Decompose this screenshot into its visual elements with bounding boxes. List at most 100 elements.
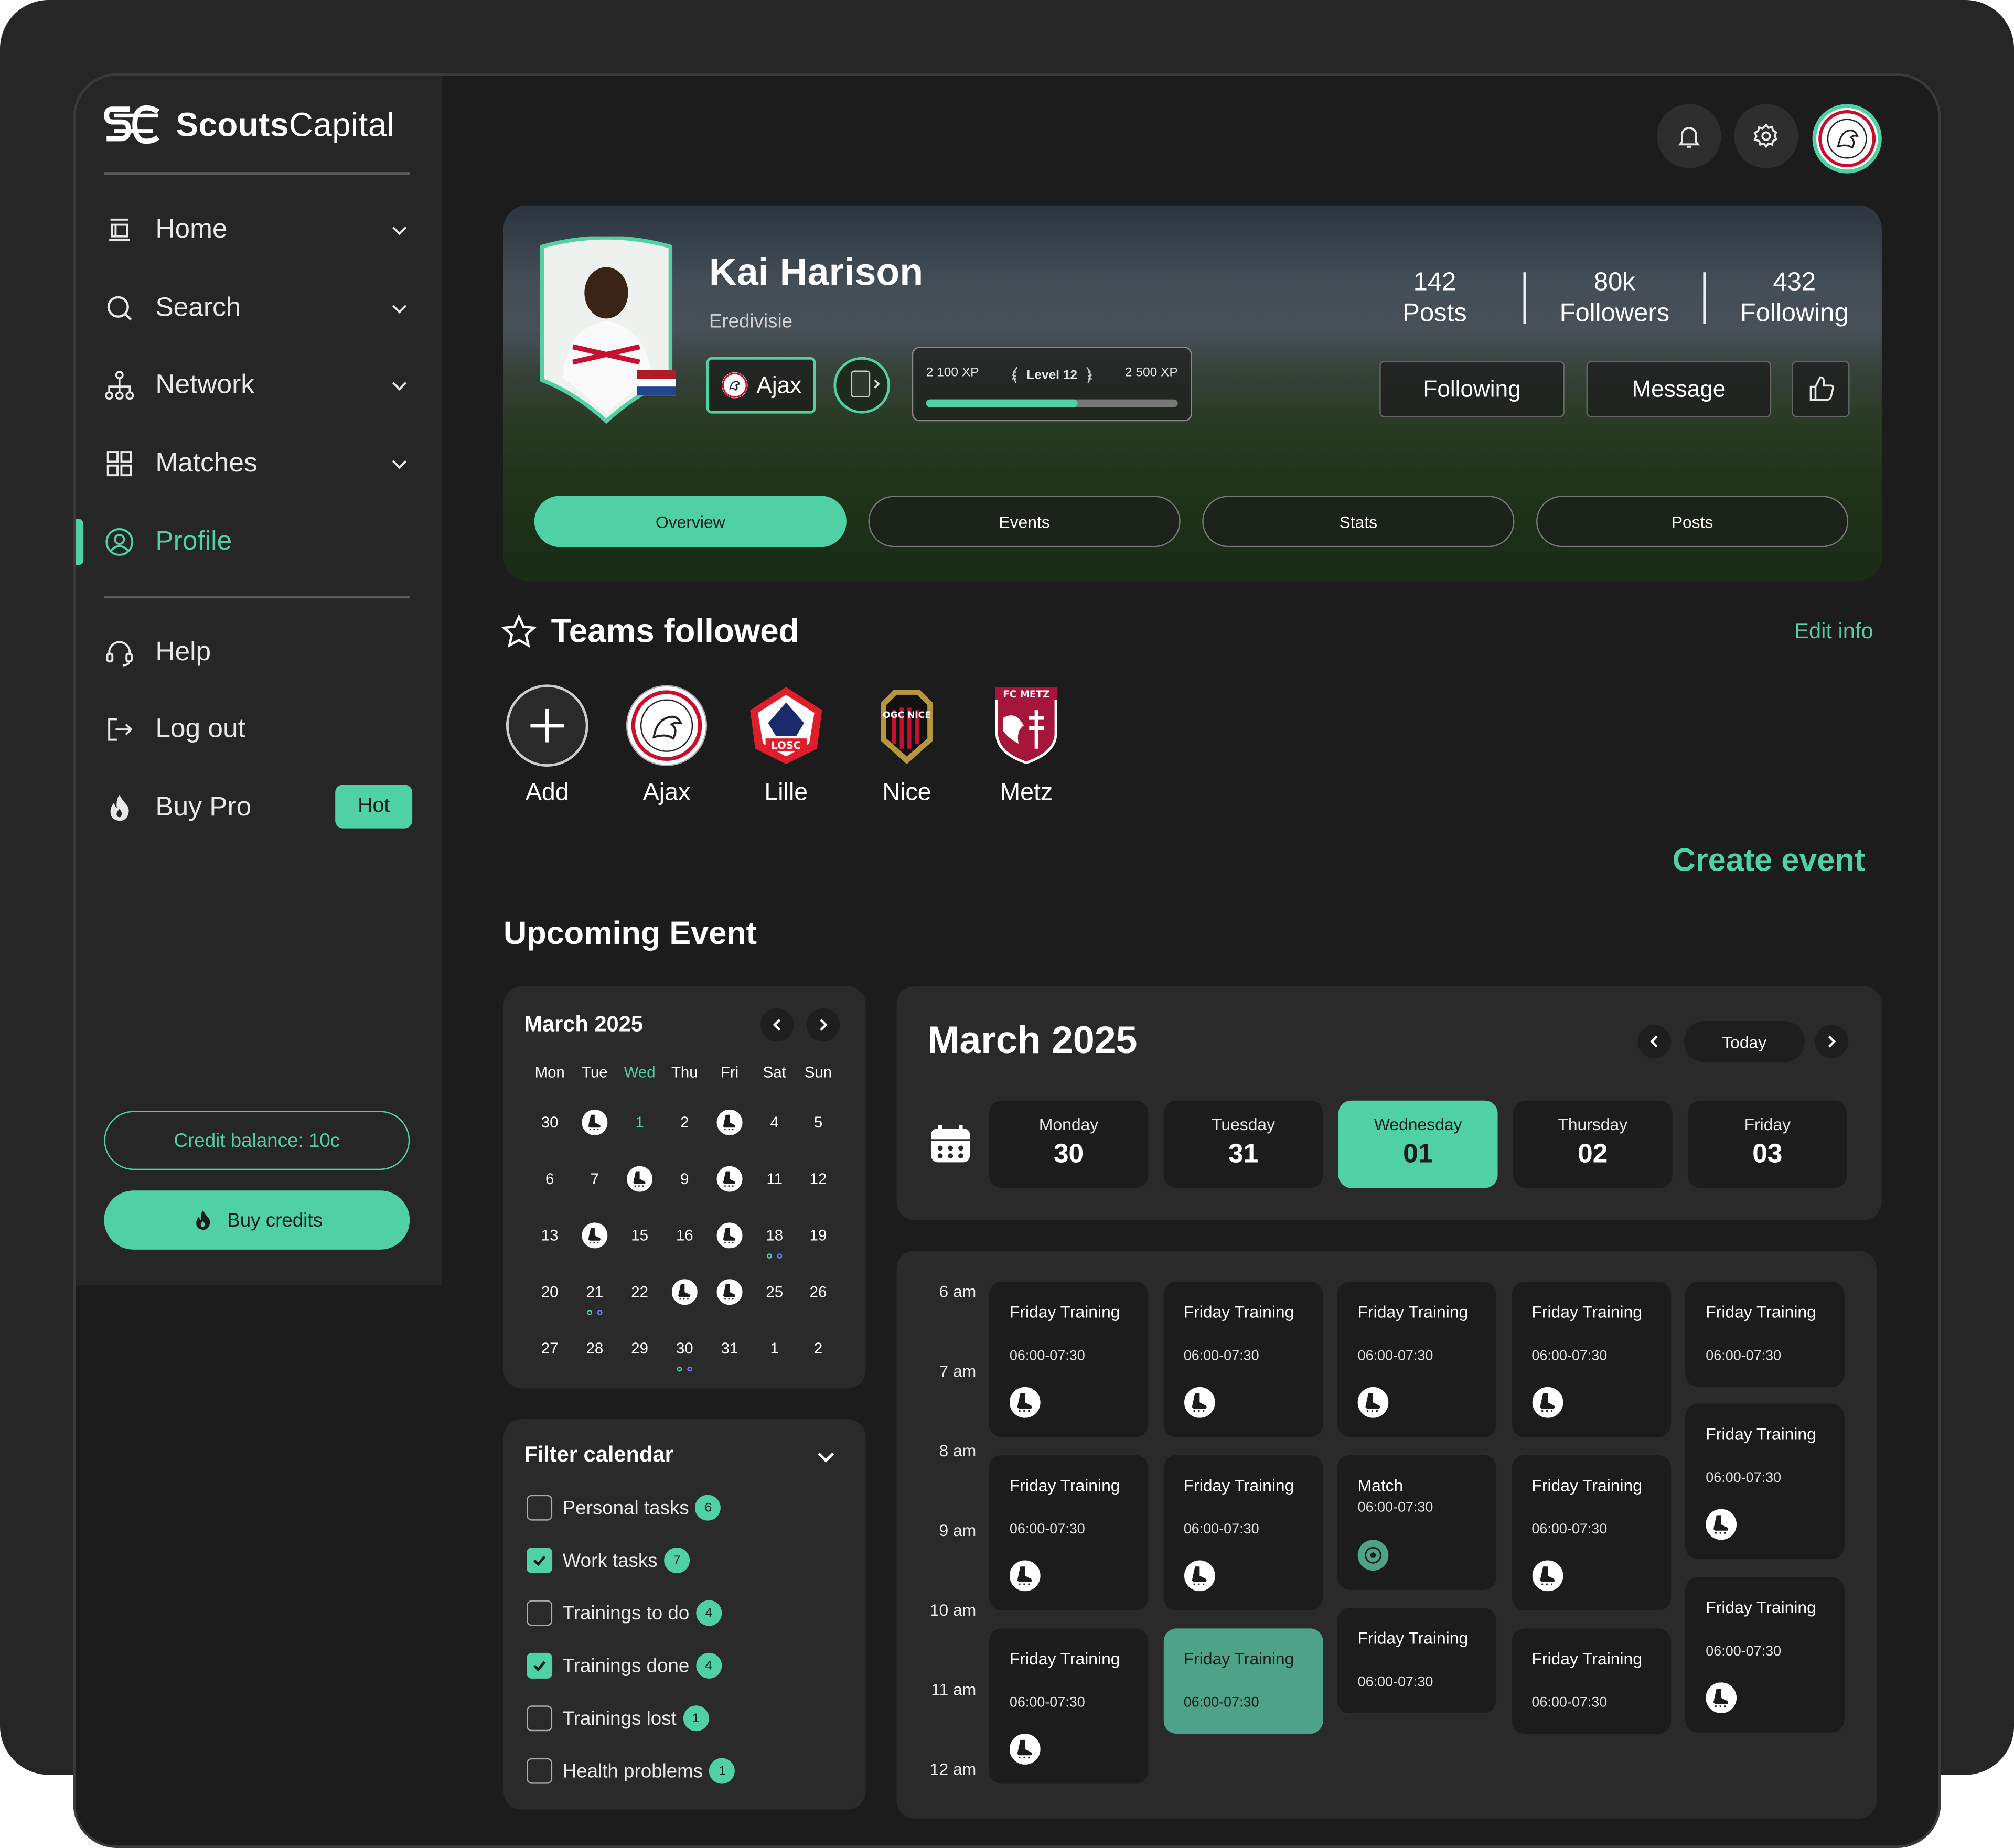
chevron-down-icon[interactable] — [815, 1445, 838, 1468]
sidebar-item-logout[interactable]: Log out — [104, 704, 412, 755]
day-tab[interactable]: Tuesday 31 — [1163, 1100, 1323, 1188]
calendar-day[interactable]: 27 — [527, 1335, 573, 1363]
training-event-card[interactable]: Friday Training 06:00-07:30 — [1163, 1455, 1323, 1611]
logo[interactable]: ScoutsCapital — [104, 104, 394, 145]
calendar-day[interactable]: 6 — [527, 1165, 573, 1193]
training-event-card[interactable]: Friday Training 06:00-07:30 — [1685, 1403, 1845, 1560]
checkbox[interactable] — [527, 1758, 553, 1784]
today-button[interactable]: Today — [1684, 1020, 1805, 1062]
calendar-day[interactable]: 7 — [572, 1165, 618, 1193]
filter-option[interactable]: Personal tasks 6 — [527, 1494, 721, 1522]
training-event-card[interactable]: Friday Training 06:00-07:30 — [1511, 1455, 1670, 1611]
checkbox[interactable] — [527, 1652, 553, 1679]
tab-stats[interactable]: Stats — [1202, 496, 1515, 547]
calendar-day[interactable]: 5 — [795, 1108, 841, 1136]
calendar-day[interactable]: 30 — [661, 1335, 708, 1363]
prev-month-button[interactable] — [760, 1008, 794, 1042]
training-event-card[interactable]: Friday Training 06:00-07:30 — [1337, 1608, 1497, 1713]
calendar-day-training[interactable] — [706, 1108, 753, 1136]
calendar-day[interactable]: 13 — [527, 1221, 573, 1250]
training-event-card[interactable]: Friday Training 06:00-07:30 — [1337, 1282, 1497, 1437]
calendar-day[interactable]: 26 — [795, 1278, 841, 1306]
calendar-day[interactable]: 19 — [795, 1221, 841, 1250]
calendar-day[interactable]: 12 — [795, 1165, 841, 1193]
stat-followers[interactable]: 80k Followers — [1544, 267, 1685, 329]
match-event-card[interactable]: Match 06:00-07:30 — [1337, 1455, 1497, 1590]
stat-posts[interactable]: 142 Posts — [1364, 267, 1505, 329]
training-event-card[interactable]: Friday Training 06:00-07:30 — [1163, 1282, 1323, 1437]
following-button[interactable]: Following — [1379, 361, 1565, 417]
filter-option[interactable]: Trainings done 4 — [527, 1651, 722, 1680]
calendar-day[interactable]: 2 — [795, 1335, 841, 1363]
create-event-link[interactable]: Create event — [1673, 843, 1866, 880]
user-avatar[interactable] — [1812, 104, 1882, 174]
checkbox[interactable] — [527, 1495, 553, 1521]
calendar-day[interactable]: 18 — [752, 1221, 798, 1250]
like-button[interactable] — [1792, 361, 1850, 417]
team-ajax[interactable]: Ajax — [622, 684, 711, 808]
filter-option[interactable]: Health problems 1 — [527, 1757, 735, 1785]
buy-credits-button[interactable]: Buy credits — [104, 1190, 410, 1250]
calendar-day-training[interactable] — [706, 1221, 753, 1250]
tab-posts[interactable]: Posts — [1536, 496, 1849, 547]
calendar-day[interactable]: 1 — [617, 1108, 663, 1136]
day-tab[interactable]: Friday 03 — [1687, 1100, 1847, 1188]
calendar-day[interactable]: 4 — [752, 1108, 798, 1136]
card-badge[interactable] — [833, 357, 891, 414]
next-month-button[interactable] — [806, 1008, 840, 1042]
team-nice[interactable]: OGC NICE Nice — [862, 684, 951, 808]
calendar-day-training[interactable] — [706, 1165, 753, 1193]
sidebar-item-matches[interactable]: Matches — [104, 438, 412, 489]
calendar-day[interactable]: 30 — [527, 1108, 573, 1136]
calendar-day[interactable]: 25 — [752, 1278, 798, 1306]
edit-info-link[interactable]: Edit info — [1794, 619, 1873, 644]
calendar-day-training[interactable] — [617, 1165, 663, 1193]
training-event-card[interactable]: Friday Training 06:00-07:30 — [1685, 1282, 1845, 1387]
training-event-card[interactable]: Friday Training 06:00-07:30 — [1511, 1282, 1670, 1437]
settings-button[interactable] — [1734, 104, 1798, 168]
sidebar-item-search[interactable]: Search — [104, 283, 412, 334]
calendar-day[interactable]: 20 — [527, 1278, 573, 1306]
training-event-card[interactable]: Friday Training 06:00-07:30 — [989, 1282, 1149, 1437]
tab-overview[interactable]: Overview — [534, 496, 847, 547]
calendar-day[interactable]: 15 — [617, 1221, 663, 1250]
checkbox[interactable] — [527, 1600, 553, 1626]
team-metz[interactable]: FC METZ Metz — [981, 684, 1071, 808]
checkbox[interactable] — [527, 1705, 553, 1732]
sidebar-item-profile[interactable]: Profile — [104, 516, 412, 567]
club-chip[interactable]: Ajax — [706, 357, 816, 414]
prev-week-button[interactable] — [1637, 1025, 1672, 1058]
calendar-day[interactable]: 28 — [572, 1335, 618, 1363]
day-tab[interactable]: Monday 30 — [989, 1100, 1149, 1188]
filter-option[interactable]: Trainings lost 1 — [527, 1704, 709, 1733]
day-tab[interactable]: Thursday 02 — [1513, 1100, 1673, 1188]
day-tab[interactable]: Wednesday 01 — [1338, 1100, 1498, 1188]
sidebar-item-buy-pro[interactable]: Buy Pro Hot — [104, 782, 413, 833]
stat-following[interactable]: 432 Following — [1724, 267, 1865, 329]
calendar-day[interactable]: 31 — [706, 1335, 753, 1363]
calendar-day-training[interactable] — [661, 1278, 708, 1306]
sidebar-item-help[interactable]: Help — [104, 627, 412, 678]
calendar-day-training[interactable] — [706, 1278, 753, 1306]
calendar-day[interactable]: 22 — [617, 1278, 663, 1306]
training-event-card[interactable]: Friday Training 06:00-07:30 — [1163, 1628, 1323, 1734]
team-add[interactable]: Add — [502, 684, 592, 808]
sidebar-item-home[interactable]: Home — [104, 204, 412, 255]
calendar-day[interactable]: 29 — [617, 1335, 663, 1363]
calendar-day[interactable]: 1 — [752, 1335, 798, 1363]
tab-events[interactable]: Events — [868, 496, 1181, 547]
calendar-icon[interactable] — [927, 1121, 973, 1167]
calendar-day[interactable]: 21 — [572, 1278, 618, 1306]
calendar-day-training[interactable] — [572, 1221, 618, 1250]
team-lille[interactable]: LOSC Lille — [741, 684, 831, 808]
sidebar-item-network[interactable]: Network — [104, 360, 412, 411]
filter-option[interactable]: Trainings to do 4 — [527, 1599, 722, 1627]
calendar-day-training[interactable] — [572, 1108, 618, 1136]
calendar-day[interactable]: 16 — [661, 1221, 708, 1250]
checkbox[interactable] — [527, 1548, 553, 1574]
calendar-day[interactable]: 9 — [661, 1165, 708, 1193]
credit-balance-button[interactable]: Credit balance: 10c — [104, 1111, 410, 1170]
next-week-button[interactable] — [1815, 1025, 1849, 1058]
filter-option[interactable]: Work tasks 7 — [527, 1546, 690, 1575]
message-button[interactable]: Message — [1586, 361, 1772, 417]
